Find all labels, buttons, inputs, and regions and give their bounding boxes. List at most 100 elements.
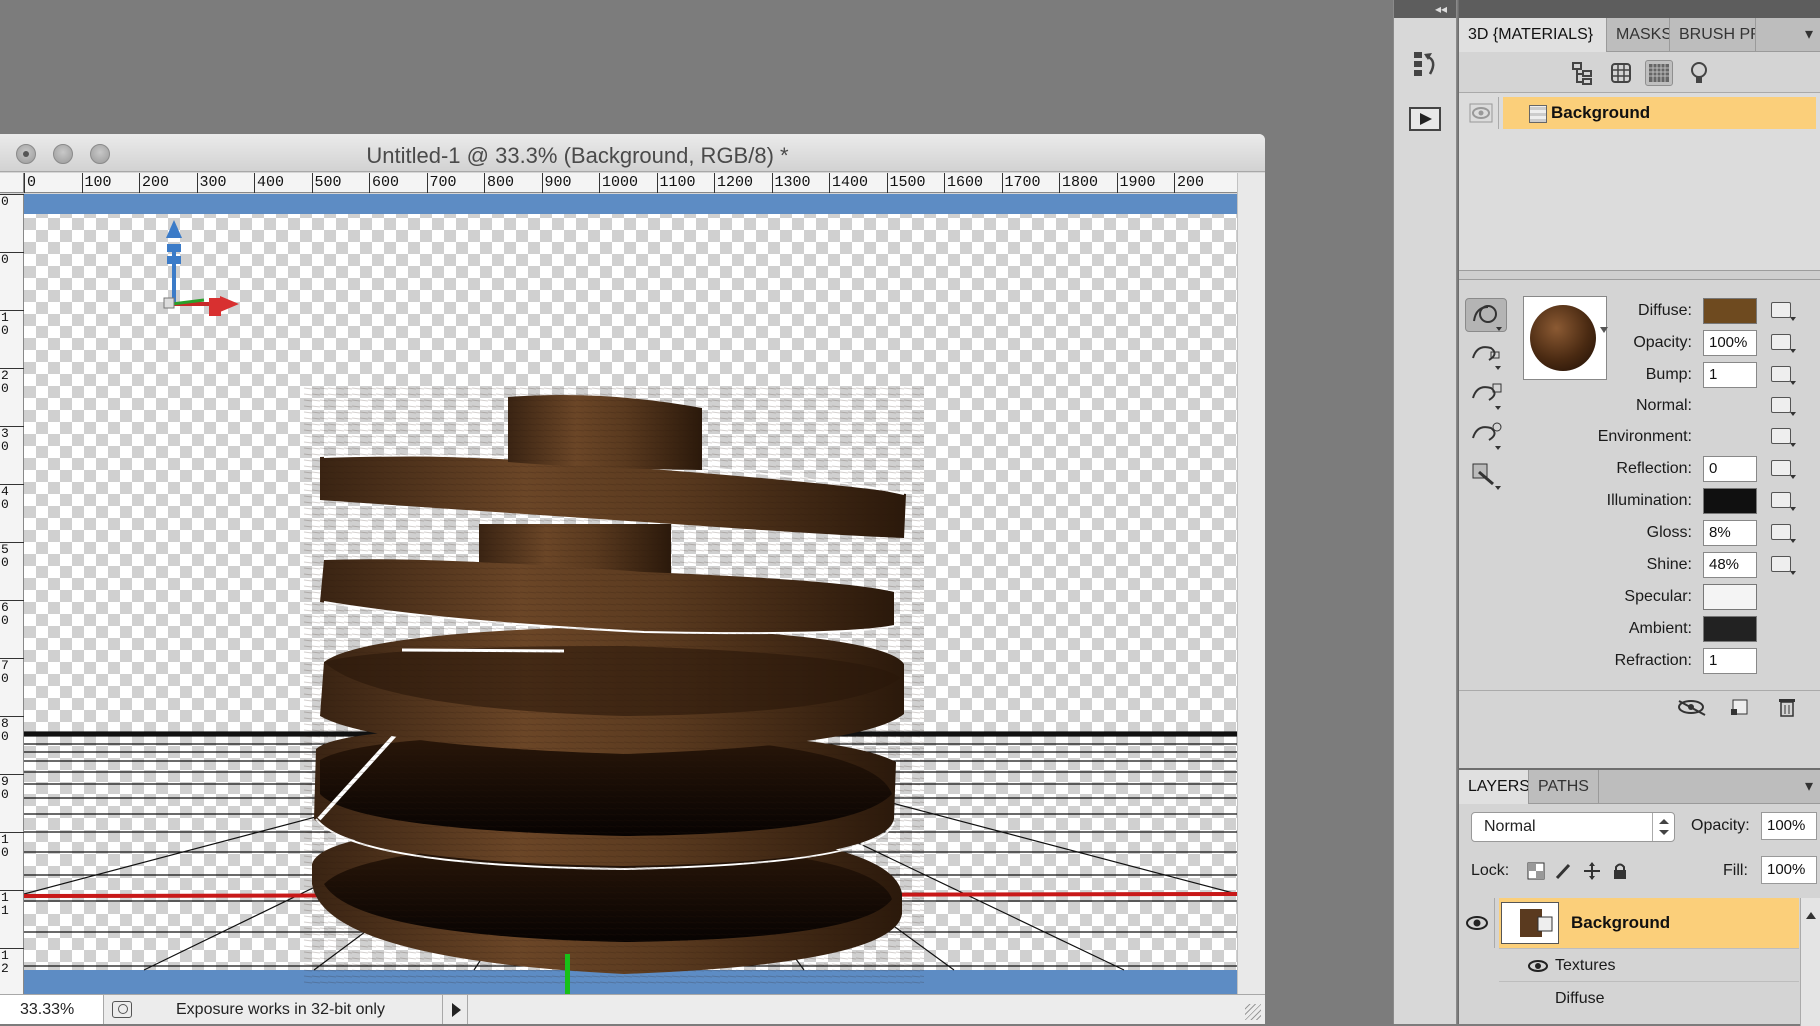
lock-label: Lock:	[1471, 862, 1510, 879]
gloss-texture-icon[interactable]	[1771, 524, 1796, 543]
actions-panel-icon[interactable]	[1408, 104, 1442, 134]
bump-field[interactable]: 1	[1703, 362, 1757, 388]
layer-opacity-field[interactable]: 100%	[1761, 812, 1817, 840]
toggle-visibility-icon[interactable]	[1673, 697, 1713, 717]
illumination-label: Illumination:	[1606, 492, 1692, 509]
horizontal-ruler[interactable]: 0 100 200 300 400 500 600 700 800 900 1000 1100 1200…	[24, 173, 1237, 193]
prop-row-illumination: Illumination:	[1459, 488, 1820, 520]
tab-masks[interactable]: MASKS	[1607, 18, 1670, 52]
collapse-dock-icon[interactable]: ◂◂	[1435, 2, 1447, 16]
material-row[interactable]: Background	[1459, 97, 1820, 129]
ruler-origin[interactable]	[0, 173, 24, 193]
filter-meshes-icon[interactable]	[1607, 60, 1635, 86]
lock-all-icon[interactable]	[1611, 862, 1629, 880]
lock-transparent-icon[interactable]	[1527, 862, 1545, 880]
diffuse-texture-icon[interactable]	[1771, 302, 1796, 321]
prop-row-specular: Specular:	[1459, 584, 1820, 616]
layer-visibility-eye-icon[interactable]	[1459, 898, 1495, 948]
ruler-left-tick: 1 1	[0, 890, 24, 917]
environment-texture-icon[interactable]	[1771, 428, 1796, 447]
fill-label: Fill:	[1723, 862, 1748, 879]
opacity-field[interactable]: 100%	[1703, 330, 1757, 356]
status-menu-arrow-icon[interactable]	[442, 995, 468, 1024]
textures-row[interactable]: Textures	[1499, 948, 1799, 981]
fill-field[interactable]: 100%	[1761, 856, 1817, 884]
ruler-top-tick: 0	[24, 173, 36, 193]
vertical-scrollbar[interactable]	[1237, 173, 1265, 995]
history-panel-icon[interactable]	[1408, 48, 1442, 78]
vertical-ruler[interactable]: 0 0 1 0 2 0 3 0 4 0 5 0 6 0 7 0 8 0 9 0 1 0 1 1 1 2	[0, 194, 24, 994]
textures-eye-icon[interactable]	[1527, 959, 1549, 973]
refraction-field[interactable]: 1	[1703, 648, 1757, 674]
zoom-level-field[interactable]: 33.33%	[0, 995, 104, 1024]
layer-row[interactable]: Background	[1459, 898, 1820, 948]
diffuse-row[interactable]: Diffuse	[1499, 981, 1799, 1014]
layer-name: Background	[1571, 913, 1671, 932]
reflection-texture-icon[interactable]	[1771, 460, 1796, 479]
tab-paths[interactable]: PATHS	[1529, 770, 1599, 804]
ruler-top-tick: 600	[369, 173, 399, 193]
3d-filter-icons	[1459, 52, 1820, 92]
ruler-top-tick: 1300	[771, 173, 811, 193]
document-window: Untitled-1 @ 33.3% (Background, RGB/8) *…	[0, 134, 1265, 1024]
shine-field[interactable]: 48%	[1703, 552, 1757, 578]
specular-color-swatch[interactable]	[1703, 584, 1757, 610]
prop-row-opacity: Opacity: 100%	[1459, 330, 1820, 362]
ambient-color-swatch[interactable]	[1703, 616, 1757, 642]
blend-mode-select[interactable]: Normal	[1471, 812, 1675, 842]
blend-mode-arrows-icon	[1652, 813, 1674, 841]
layer-selected[interactable]: Background	[1499, 898, 1799, 948]
document-info-icon[interactable]	[112, 1001, 132, 1018]
prop-row-refraction: Refraction: 1	[1459, 648, 1820, 680]
status-text: Exposure works in 32-bit only	[176, 1001, 385, 1018]
material-selected[interactable]: Background	[1503, 97, 1816, 129]
canvas[interactable]	[24, 194, 1237, 994]
lock-position-move-icon[interactable]	[1583, 862, 1601, 880]
ruler-left-tick: 5 0	[0, 542, 24, 569]
tab-brush-presets[interactable]: BRUSH PR	[1670, 18, 1756, 52]
filter-lights-icon[interactable]	[1685, 60, 1713, 86]
ruler-top-tick: 500	[311, 173, 342, 193]
filter-scene-icon[interactable]	[1569, 60, 1597, 86]
diffuse-color-swatch[interactable]	[1703, 298, 1757, 324]
layers-tab-row: LAYERS PATHS ▾	[1459, 770, 1820, 804]
ruler-left-tick: 0	[0, 252, 24, 266]
normal-texture-icon[interactable]	[1771, 397, 1796, 416]
layers-scrollbar[interactable]	[1800, 898, 1820, 1026]
filter-materials-icon[interactable]	[1645, 60, 1673, 86]
ruler-top-tick: 1900	[1116, 173, 1156, 193]
tab-3d-materials[interactable]: 3D {MATERIALS}	[1459, 18, 1607, 52]
ruler-top-tick: 1500	[886, 173, 926, 193]
panels-dock: ◂◂ 3D {MATERIALS} MASKS BRUSH PR ▾ Backg…	[1435, 0, 1820, 1026]
layer-thumbnail-icon	[1501, 902, 1559, 944]
prop-row-reflection: Reflection: 0	[1459, 456, 1820, 488]
shine-texture-icon[interactable]	[1771, 556, 1796, 575]
delete-material-icon[interactable]	[1777, 696, 1797, 718]
tab-layers[interactable]: LAYERS	[1459, 770, 1529, 804]
gloss-field[interactable]: 8%	[1703, 520, 1757, 546]
diffuse-texture-label: Diffuse	[1555, 990, 1605, 1007]
material-visibility-eye-icon[interactable]	[1463, 97, 1499, 129]
panel-split-handle[interactable]	[1459, 270, 1820, 280]
lock-image-brush-icon[interactable]	[1555, 862, 1573, 880]
panel-menu-icon[interactable]: ▾	[1796, 18, 1820, 52]
bump-texture-icon[interactable]	[1771, 366, 1796, 385]
ruler-top-tick: 1700	[1001, 173, 1041, 193]
prop-row-environment: Environment:	[1459, 424, 1820, 456]
reflection-label: Reflection:	[1616, 460, 1692, 477]
ruler-left-tick: 1 2	[0, 948, 24, 975]
ruler-top-tick: 400	[254, 173, 284, 193]
ruler-top-tick: 200	[1174, 173, 1204, 193]
layers-menu-icon[interactable]: ▾	[1796, 770, 1820, 804]
normal-label: Normal:	[1635, 397, 1692, 414]
reflection-field[interactable]: 0	[1703, 456, 1757, 482]
illumination-texture-icon[interactable]	[1771, 492, 1796, 511]
opacity-texture-icon[interactable]	[1771, 334, 1796, 353]
resize-grip-icon[interactable]	[1245, 1004, 1261, 1020]
ruler-top-tick: 700	[426, 173, 457, 193]
ruler-left-tick: 4 0	[0, 484, 24, 511]
illumination-color-swatch[interactable]	[1703, 488, 1757, 514]
new-material-icon[interactable]	[1729, 697, 1751, 717]
ruler-top-tick: 1100	[656, 173, 696, 193]
status-bar: 33.33% Exposure works in 32-bit only	[0, 994, 1265, 1024]
